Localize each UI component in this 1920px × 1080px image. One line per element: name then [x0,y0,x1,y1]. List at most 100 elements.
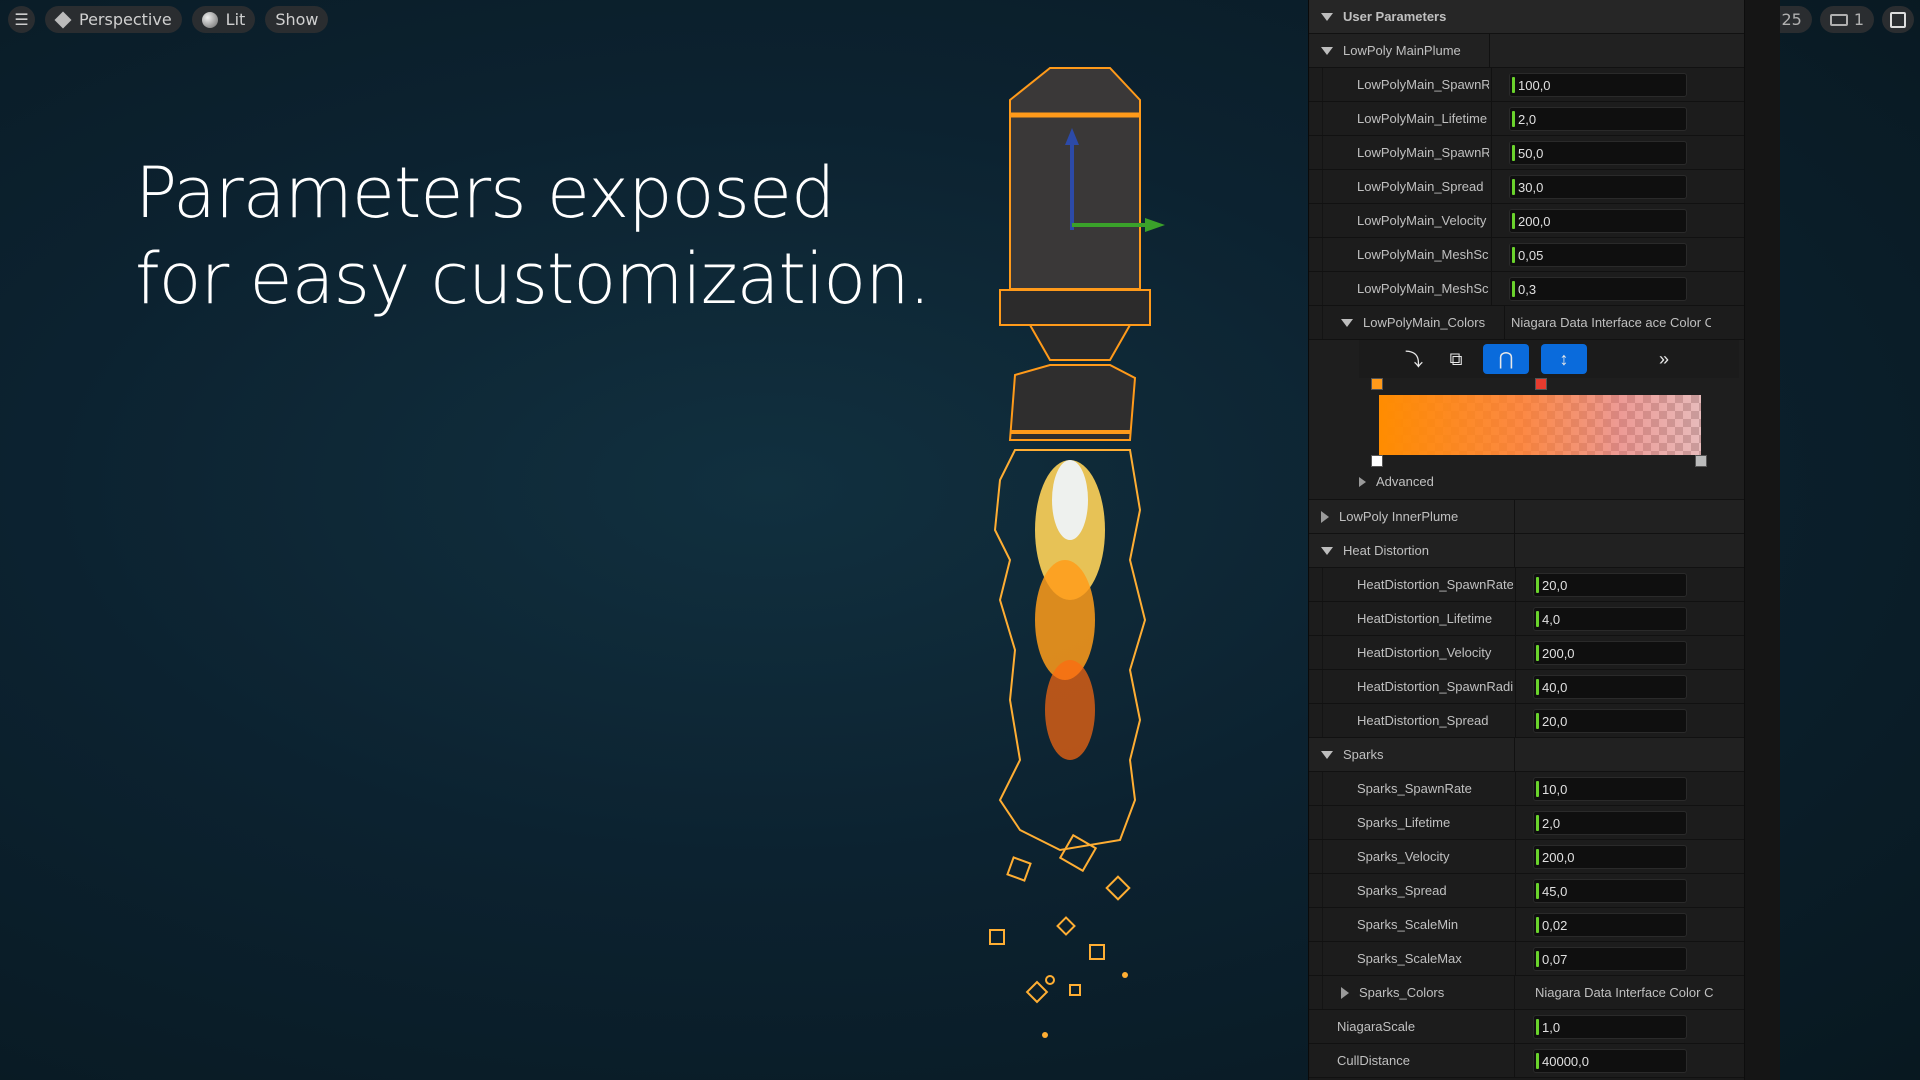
sphere-icon [201,11,218,28]
viewport-menu-button[interactable]: ☰ [8,6,35,33]
param-label: LowPolyMain_SpawnR [1357,145,1489,160]
group-heat-distortion[interactable]: Heat Distortion [1309,534,1745,568]
expand-arrow-icon [1341,986,1349,999]
param-label: LowPolyMain_SpawnR [1357,77,1489,92]
gradient-stop-top-left[interactable] [1371,378,1383,390]
param-value: 2,0 [1542,815,1561,831]
expand-arrow-icon [1321,510,1329,523]
param-value-field[interactable]: 4,0 [1533,607,1687,631]
param-value-field[interactable]: 0,3 [1509,277,1687,301]
headline-line-1: Parameters exposed [135,152,835,234]
param-label: Sparks_ScaleMin [1357,917,1459,932]
main-colors-value: Niagara Data Interface ace Color C [1511,315,1711,330]
magnet-icon[interactable]: ⋂ [1483,344,1529,374]
main-plume-param-row: LowPolyMain_Velocity 200,0 [1309,204,1745,238]
param-value-field[interactable]: 2,0 [1533,811,1687,835]
gradient-stop-bottom-right[interactable] [1695,455,1707,467]
param-value-field[interactable]: 10,0 [1533,777,1687,801]
param-label: HeatDistortion_SpawnRate [1357,577,1513,592]
param-value: 200,0 [1518,213,1551,229]
main-colors-label: LowPolyMain_Colors [1363,315,1486,330]
rocket-illustration [989,67,1165,1038]
heat-distortion-param-row: HeatDistortion_SpawnRadi 40,0 [1309,670,1745,704]
lit-button[interactable]: Lit [191,6,256,33]
sparks-param-row: Sparks_ScaleMin 0,02 [1309,908,1745,942]
param-value: 0,02 [1542,917,1568,933]
param-value-field[interactable]: 50,0 [1509,141,1687,165]
param-label: HeatDistortion_Spread [1357,713,1489,728]
sparks-colors-row[interactable]: Sparks_Colors Niagara Data Interface Col… [1309,976,1745,1010]
advanced-label: Advanced [1376,474,1434,489]
param-value: 0,07 [1542,951,1568,967]
cull-distance-value: 40000,0 [1542,1053,1589,1069]
param-value-field[interactable]: 200,0 [1533,641,1687,665]
main-plume-param-row: LowPolyMain_Spread 30,0 [1309,170,1745,204]
user-parameters-header[interactable]: User Parameters [1309,0,1745,34]
sparks-colors-label: Sparks_Colors [1359,985,1445,1000]
niagara-scale-row: NiagaraScale 1,0 [1309,1010,1745,1044]
main-plume-param-row: LowPolyMain_MeshSc 0,3 [1309,272,1745,306]
param-value: 2,0 [1518,111,1537,127]
param-label: Sparks_SpawnRate [1357,781,1472,796]
open-external-icon[interactable]: ⧉ [1441,344,1471,374]
gradient-stop-top-mid[interactable] [1535,378,1547,390]
param-value-field[interactable]: 40,0 [1533,675,1687,699]
expand-arrow-icon [1359,476,1366,487]
param-value-field[interactable]: 0,07 [1533,947,1687,971]
perspective-button[interactable]: Perspective [45,6,182,33]
headline-line-2: for easy customization. [135,238,931,320]
show-label: Show [275,10,319,29]
group-sparks-label: Sparks [1343,747,1384,762]
param-label: LowPolyMain_MeshSc [1357,247,1489,262]
param-value-field[interactable]: 0,05 [1509,243,1687,267]
show-button[interactable]: Show [265,6,329,33]
param-value: 50,0 [1518,145,1544,161]
double-chevron-right-icon[interactable]: » [1649,344,1679,374]
cull-distance-label: CullDistance [1337,1053,1410,1068]
gradient-stop-bottom-left[interactable] [1371,455,1383,467]
param-value-field[interactable]: 200,0 [1509,209,1687,233]
param-value-field[interactable]: 20,0 [1533,709,1687,733]
param-value-field[interactable]: 2,0 [1509,107,1687,131]
param-value-field[interactable]: 45,0 [1533,879,1687,903]
param-value-field[interactable]: 20,0 [1533,573,1687,597]
param-value-field[interactable]: 30,0 [1509,175,1687,199]
sparks-colors-value: Niagara Data Interface Color C [1535,985,1714,1000]
sparks-param-row: Sparks_Lifetime 2,0 [1309,806,1745,840]
group-main-plume[interactable]: LowPoly MainPlume [1309,34,1745,68]
main-plume-param-row: LowPolyMain_MeshSc 0,05 [1309,238,1745,272]
maximize-viewport-button[interactable] [1882,6,1914,33]
rocket-preview [970,60,1190,1050]
heat-distortion-param-row: HeatDistortion_Spread 20,0 [1309,704,1745,738]
param-value-field[interactable]: 200,0 [1533,845,1687,869]
curve-tool-icon[interactable]: ⤵ [1399,344,1429,374]
param-value-field[interactable]: 0,02 [1533,913,1687,937]
sparks-param-row: Sparks_Spread 45,0 [1309,874,1745,908]
main-plume-param-row: LowPolyMain_SpawnR 100,0 [1309,68,1745,102]
main-plume-param-row: LowPolyMain_Lifetime 2,0 [1309,102,1745,136]
heat-distortion-param-row: HeatDistortion_SpawnRate 20,0 [1309,568,1745,602]
group-inner-plume[interactable]: LowPoly InnerPlume [1309,500,1745,534]
color-gradient-bar[interactable] [1379,395,1701,455]
main-colors-row[interactable]: LowPolyMain_Colors Niagara Data Interfac… [1309,306,1745,340]
panel-scrollbar[interactable] [1744,0,1780,1080]
param-value-field[interactable]: 100,0 [1509,73,1687,97]
collapse-arrow-icon [1321,750,1333,759]
group-sparks[interactable]: Sparks [1309,738,1745,772]
param-label: HeatDistortion_Velocity [1357,645,1492,660]
camera-icon [1829,13,1848,26]
viewport-toolbar: ☰ Perspective Lit Show [8,6,329,33]
param-value: 200,0 [1542,645,1575,661]
advanced-toggle[interactable]: Advanced [1359,474,1434,489]
sparks-param-row: Sparks_SpawnRate 10,0 [1309,772,1745,806]
param-value: 0,05 [1518,247,1544,263]
param-value: 200,0 [1542,849,1575,865]
color-curve-editor: ⤵ ⧉ ⋂ ↕ » Advanced [1309,340,1745,500]
collapse-arrow-icon [1321,12,1333,21]
param-label: Sparks_Spread [1357,883,1447,898]
camera-speed: 1 [1853,10,1864,29]
camera-speed-chip[interactable]: 1 [1819,6,1874,33]
snap-icon[interactable]: ↕ [1541,344,1587,374]
niagara-scale-field[interactable]: 1,0 [1533,1015,1687,1039]
cull-distance-field[interactable]: 40000,0 [1533,1049,1687,1073]
